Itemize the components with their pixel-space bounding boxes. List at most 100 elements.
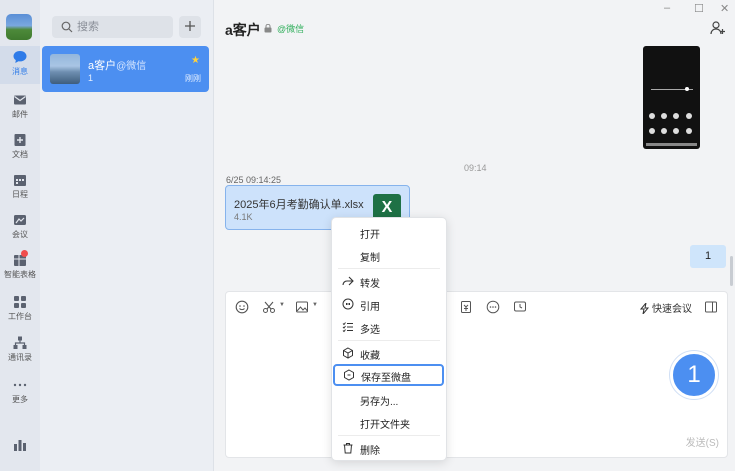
menu-divider [338, 268, 440, 269]
image-dot [686, 113, 692, 119]
quick-meeting-button[interactable]: 快速会议 [639, 300, 692, 315]
menu-item-forward[interactable]: 转发 [332, 270, 446, 292]
rail-label: 工作台 [8, 312, 32, 321]
red-packet-icon[interactable] [459, 300, 473, 314]
sender-time: 6/25 09:14:25 [226, 175, 282, 185]
rail-label: 通讯录 [8, 353, 32, 362]
rail-item-mail[interactable]: 邮件 [0, 89, 40, 127]
quote-icon [342, 298, 354, 310]
menu-divider [338, 340, 440, 341]
bar-chart-icon[interactable] [12, 437, 28, 453]
quick-meeting-label: 快速会议 [652, 304, 692, 315]
conversation-tag: @微信 [116, 61, 147, 72]
context-menu: 打开 复制 转发 引用 多选 收藏 保存至微盘 另存为... 打开文件夹 删除 [331, 217, 447, 461]
image-row [646, 143, 697, 146]
avatar [50, 54, 80, 84]
step-callout: 1 [670, 351, 718, 399]
plus-icon [185, 21, 195, 31]
more-icon [13, 383, 27, 387]
meeting-icon [14, 215, 26, 225]
lock-icon [264, 24, 272, 33]
lightning-icon [639, 302, 650, 315]
menu-item-save-as[interactable]: 另存为... [332, 388, 446, 410]
rail-label: 会议 [12, 230, 28, 239]
search-input[interactable] [77, 19, 167, 35]
search-box[interactable] [52, 16, 173, 38]
document-icon [14, 134, 26, 146]
app-logo[interactable] [6, 14, 32, 40]
emoji-icon[interactable] [235, 300, 249, 314]
contacts-icon [13, 336, 27, 349]
chat-title: a客户 [225, 22, 261, 38]
menu-item-open[interactable]: 打开 [332, 221, 446, 243]
menu-item-quote[interactable]: 引用 [332, 293, 446, 315]
file-size: 4.1K [234, 212, 253, 222]
rail-label: 日程 [12, 190, 28, 199]
conversation-name: a客户@微信 [88, 60, 147, 72]
menu-item-open-folder[interactable]: 打开文件夹 [332, 411, 446, 433]
menu-item-save-to-drive[interactable]: 保存至微盘 [333, 364, 444, 386]
star-icon: ★ [191, 55, 200, 66]
conversation-list: a客户@微信 1 ★ 刚刚 [40, 0, 214, 471]
clock-message-icon[interactable] [513, 300, 527, 314]
chat-title-tag: @微信 [277, 24, 305, 34]
rail-item-smart-sheet[interactable]: 智能表格 [0, 249, 40, 287]
nav-rail: 消息 邮件 文档 日程 会议 智能表格 工作台 通讯录 更多 [0, 0, 40, 471]
multiselect-icon [342, 322, 353, 333]
image-dot [661, 128, 667, 134]
rail-item-workbench[interactable]: 工作台 [0, 291, 40, 329]
message-composer[interactable]: ▼ ▼ 快速会议 发送(S) [225, 291, 728, 458]
image-dot [673, 128, 679, 134]
forward-icon [342, 276, 354, 286]
add-member-icon[interactable] [710, 20, 726, 36]
mail-icon [14, 95, 26, 105]
rail-item-messages[interactable]: 消息 [0, 46, 40, 84]
image-icon[interactable] [295, 300, 309, 314]
maximize-button[interactable]: ☐ [694, 2, 704, 15]
rail-item-more[interactable]: 更多 [0, 374, 40, 412]
notification-dot [21, 250, 28, 257]
rail-label: 消息 [12, 67, 28, 76]
rail-label: 邮件 [12, 110, 28, 119]
chevron-down-icon[interactable]: ▼ [279, 302, 285, 308]
menu-item-copy[interactable]: 复制 [332, 244, 446, 266]
menu-item-multiselect[interactable]: 多选 [332, 316, 446, 338]
send-button[interactable]: 发送(S) [686, 434, 719, 449]
add-button[interactable] [179, 16, 201, 38]
conversation-item[interactable]: a客户@微信 1 ★ 刚刚 [42, 46, 209, 92]
rail-item-contacts[interactable]: 通讯录 [0, 332, 40, 370]
image-dot [649, 113, 655, 119]
rail-item-meeting[interactable]: 会议 [0, 209, 40, 247]
chevron-down-icon[interactable]: ▼ [312, 302, 318, 308]
file-name: 2025年6月考勤确认单.xlsx [234, 199, 364, 211]
chat-bubble-icon [13, 51, 27, 63]
rail-label: 文档 [12, 150, 28, 159]
more-options-icon[interactable] [486, 300, 500, 314]
menu-divider [338, 435, 440, 436]
scissors-icon[interactable] [262, 300, 276, 314]
trash-icon [343, 443, 353, 454]
menu-item-delete[interactable]: 删除 [332, 437, 446, 459]
scrollbar[interactable] [730, 256, 733, 286]
image-slider-knob [685, 87, 689, 91]
image-dot [661, 113, 667, 119]
save-to-drive-icon [344, 369, 354, 381]
conversation-time: 刚刚 [185, 74, 201, 83]
image-dot [673, 113, 679, 119]
menu-item-favorite[interactable]: 收藏 [332, 342, 446, 364]
favorite-box-icon [343, 347, 353, 359]
minimize-button[interactable]: – [664, 2, 670, 14]
chat-panel: – ☐ ✕ a客户 @微信 09:14 6/25 09:14:25 2025年6… [214, 0, 735, 471]
rail-item-docs[interactable]: 文档 [0, 129, 40, 167]
conversation-preview: 1 [88, 73, 94, 83]
message-timestamp: 09:14 [464, 163, 487, 173]
image-message[interactable] [643, 46, 700, 149]
search-icon [61, 21, 73, 33]
rail-item-calendar[interactable]: 日程 [0, 169, 40, 207]
image-dot [649, 128, 655, 134]
my-message-bubble[interactable]: 1 [690, 245, 726, 268]
workbench-icon [14, 296, 26, 308]
close-button[interactable]: ✕ [720, 2, 729, 15]
sidebar-toggle-icon[interactable] [704, 300, 718, 314]
rail-label: 智能表格 [4, 270, 36, 279]
